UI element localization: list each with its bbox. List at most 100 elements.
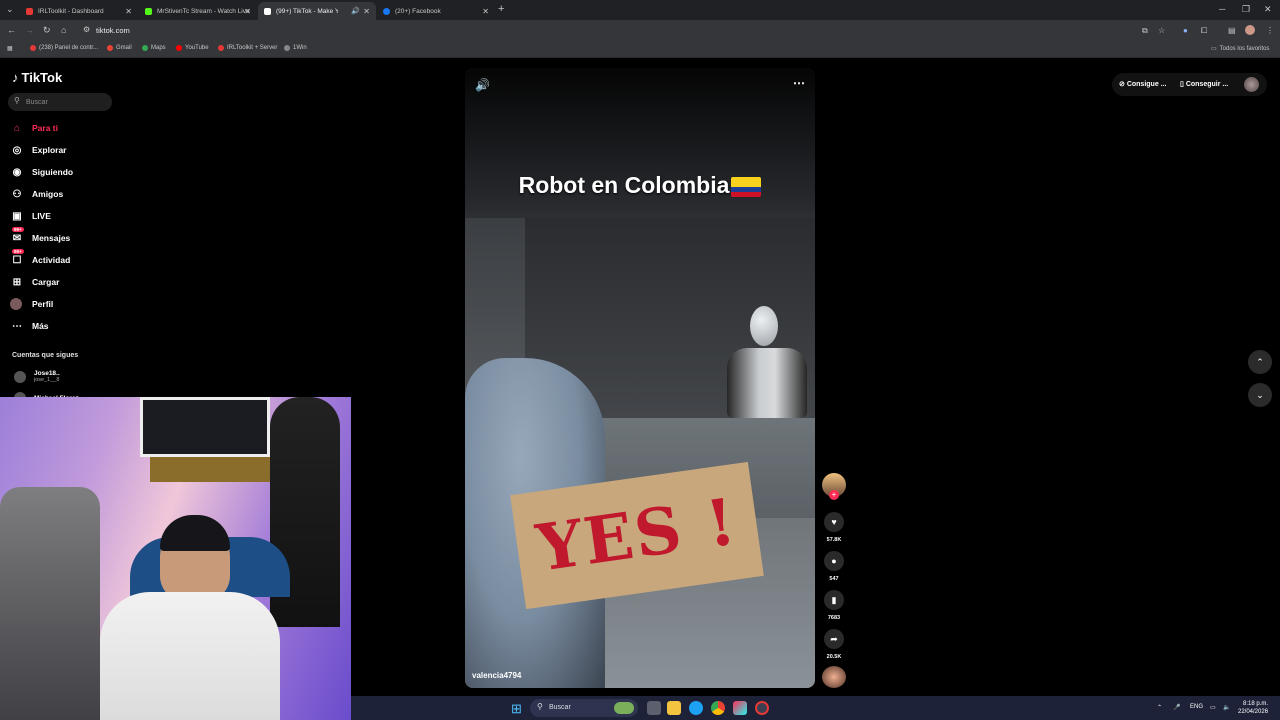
bookmark-label: Gmail (116, 45, 132, 51)
speaker-icon[interactable]: 🔈 (1223, 704, 1230, 711)
video-frame: YES ! (465, 218, 815, 688)
tab-irltoolkit[interactable]: IRLToolkit - Dashboard ✕ (20, 2, 138, 20)
facebook-favicon-icon (383, 7, 390, 15)
language-indicator[interactable]: ENG (1190, 704, 1203, 710)
file-explorer-icon[interactable] (667, 701, 681, 715)
bookmark-maps[interactable]: Maps (142, 45, 166, 51)
extension-icon[interactable]: ● (1183, 26, 1188, 35)
tab-kick-stream[interactable]: MrStivenTc Stream - Watch Live ✕ (139, 2, 257, 20)
bookmark-irltoolkit[interactable]: IRLToolkit + Server (218, 45, 277, 51)
tab-facebook[interactable]: (20+) Facebook ✕ (377, 2, 495, 20)
search-icon: ⚲ (537, 702, 543, 711)
side-panel-icon[interactable]: ▤ (1228, 26, 1236, 35)
volume-icon[interactable]: 🔊 (475, 78, 490, 92)
like-button[interactable]: ♥ (824, 512, 844, 532)
nav-for-you[interactable]: ⌂ Para ti (10, 121, 58, 135)
irltoolkit-favicon-icon (26, 7, 33, 15)
gmail-icon (107, 45, 113, 51)
forward-icon[interactable]: → (25, 25, 34, 35)
streamer-shirt (100, 592, 280, 720)
bookmark-youtube[interactable]: YouTube (176, 45, 209, 51)
site-info-icon[interactable]: ⚙ (83, 25, 90, 34)
nav-friends[interactable]: ⚇ Amigos (10, 187, 64, 201)
bookmark-label: 1Win (293, 45, 307, 51)
previous-video-button[interactable]: ⌃ (1248, 350, 1272, 374)
phone-icon: ▯ (1180, 81, 1184, 88)
all-bookmarks-button[interactable]: ▭ Todos los favoritos (1211, 45, 1269, 53)
back-icon[interactable]: ← (7, 25, 16, 35)
profile-icon (10, 298, 22, 310)
bookmark-gmail[interactable]: Gmail (107, 45, 132, 51)
new-tab-button[interactable]: + (498, 3, 504, 15)
get-app-button[interactable]: ▯ Conseguir ... (1180, 80, 1228, 88)
apps-grid-icon[interactable]: ▦ (7, 45, 13, 52)
tab-search-icon[interactable]: ⌄ (6, 4, 14, 15)
colombia-flag-icon (731, 176, 762, 197)
nav-profile[interactable]: Perfil (10, 297, 53, 311)
nav-upload[interactable]: ⊞ Cargar (10, 275, 60, 289)
compass-icon: ◎ (12, 144, 22, 156)
close-tab-icon[interactable]: ✕ (482, 7, 489, 16)
taskbar-search[interactable]: ⚲ Buscar (530, 699, 638, 717)
get-coins-button[interactable]: ⊘ Consigue ... (1119, 80, 1167, 88)
bookmark-star-icon[interactable]: ☆ (1158, 26, 1165, 35)
windows-start-icon[interactable]: ⊞ (511, 701, 522, 717)
nav-label: Actividad (32, 255, 71, 265)
minimize-icon[interactable]: ─ (1219, 4, 1225, 14)
nav-more[interactable]: ⋯ Más (10, 319, 49, 333)
tiktok-search[interactable]: ⚲ (8, 93, 112, 111)
messages-icon: ✉ 99+ (12, 226, 24, 244)
edge-icon[interactable] (689, 701, 703, 715)
followed-account[interactable]: Jose18.. jose_1__8 (14, 370, 60, 383)
upload-icon: ⊞ (12, 276, 22, 288)
save-button[interactable]: ▮ (824, 590, 844, 610)
chrome-icon[interactable] (711, 701, 725, 715)
bookmark-panel[interactable]: (238) Panel de contr... (30, 45, 98, 51)
close-tab-icon[interactable]: ✕ (363, 7, 370, 16)
bookmark-favicon-icon (30, 45, 36, 51)
obs-icon[interactable] (755, 701, 769, 715)
taskbar-clock[interactable]: 8:18 p.m. 22/04/2026 (1238, 700, 1268, 716)
next-video-button[interactable]: ⌄ (1248, 383, 1272, 407)
home-icon[interactable]: ⌂ (61, 25, 66, 35)
nav-activity[interactable]: ☐ 99+ Actividad (10, 248, 71, 267)
network-icon[interactable]: ▭ (1210, 704, 1216, 711)
nav-following[interactable]: ◉ Siguiendo (10, 165, 73, 179)
comment-button[interactable]: ● (824, 551, 844, 571)
top-right-actions: ⊘ Consigue ... ▯ Conseguir ... (1112, 73, 1267, 96)
search-input[interactable] (26, 96, 106, 108)
nav-messages[interactable]: ✉ 99+ Mensajes (10, 226, 70, 245)
kick-favicon-icon (145, 7, 152, 15)
tab-title: (20+) Facebook (395, 7, 441, 15)
tiktok-logo[interactable]: ♪ TikTok (12, 70, 62, 85)
tray-chevron-up-icon[interactable]: ⌃ (1157, 704, 1162, 711)
address-bar[interactable]: ⚙ tiktok.com (78, 23, 1176, 39)
browser-menu-icon[interactable]: ⋮ (1266, 26, 1274, 35)
microphone-icon[interactable]: 🎤 (1173, 704, 1180, 711)
video-author[interactable]: valencia4794 (472, 671, 521, 680)
install-app-icon[interactable]: ⧉ (1142, 26, 1148, 36)
nav-explore[interactable]: ◎ Explorar (10, 143, 67, 157)
tab-tiktok[interactable]: (99+) TikTok - Make Your Day 🔊 ✕ (258, 2, 376, 20)
nav-live[interactable]: ▣ LIVE (10, 209, 51, 223)
close-tab-icon[interactable]: ✕ (244, 7, 251, 16)
more-options-icon[interactable]: ⋯ (793, 76, 805, 90)
bookmark-1win[interactable]: 1Win (284, 45, 307, 51)
share-icon: ➦ (830, 633, 838, 644)
avatar (14, 370, 26, 383)
close-tab-icon[interactable]: ✕ (125, 7, 132, 16)
capcut-icon[interactable] (733, 701, 747, 715)
close-window-icon[interactable]: ✕ (1264, 4, 1272, 15)
extensions-puzzle-icon[interactable]: ⧠ (1201, 26, 1207, 36)
taskbar-search-label: Buscar (549, 704, 571, 711)
reload-icon[interactable]: ↻ (43, 25, 51, 36)
music-disc-icon[interactable] (822, 666, 846, 688)
profile-avatar-icon[interactable] (1245, 25, 1255, 35)
follow-button[interactable]: + (829, 490, 839, 500)
task-view-icon[interactable] (647, 701, 661, 715)
user-avatar[interactable] (1244, 77, 1259, 92)
video-player[interactable]: Robot en Colombia YES ! 🔊 ⋯ valencia4794 (465, 68, 815, 688)
audio-playing-icon[interactable]: 🔊 (351, 7, 360, 15)
share-button[interactable]: ➦ (824, 629, 844, 649)
maximize-icon[interactable]: ❐ (1242, 4, 1250, 15)
